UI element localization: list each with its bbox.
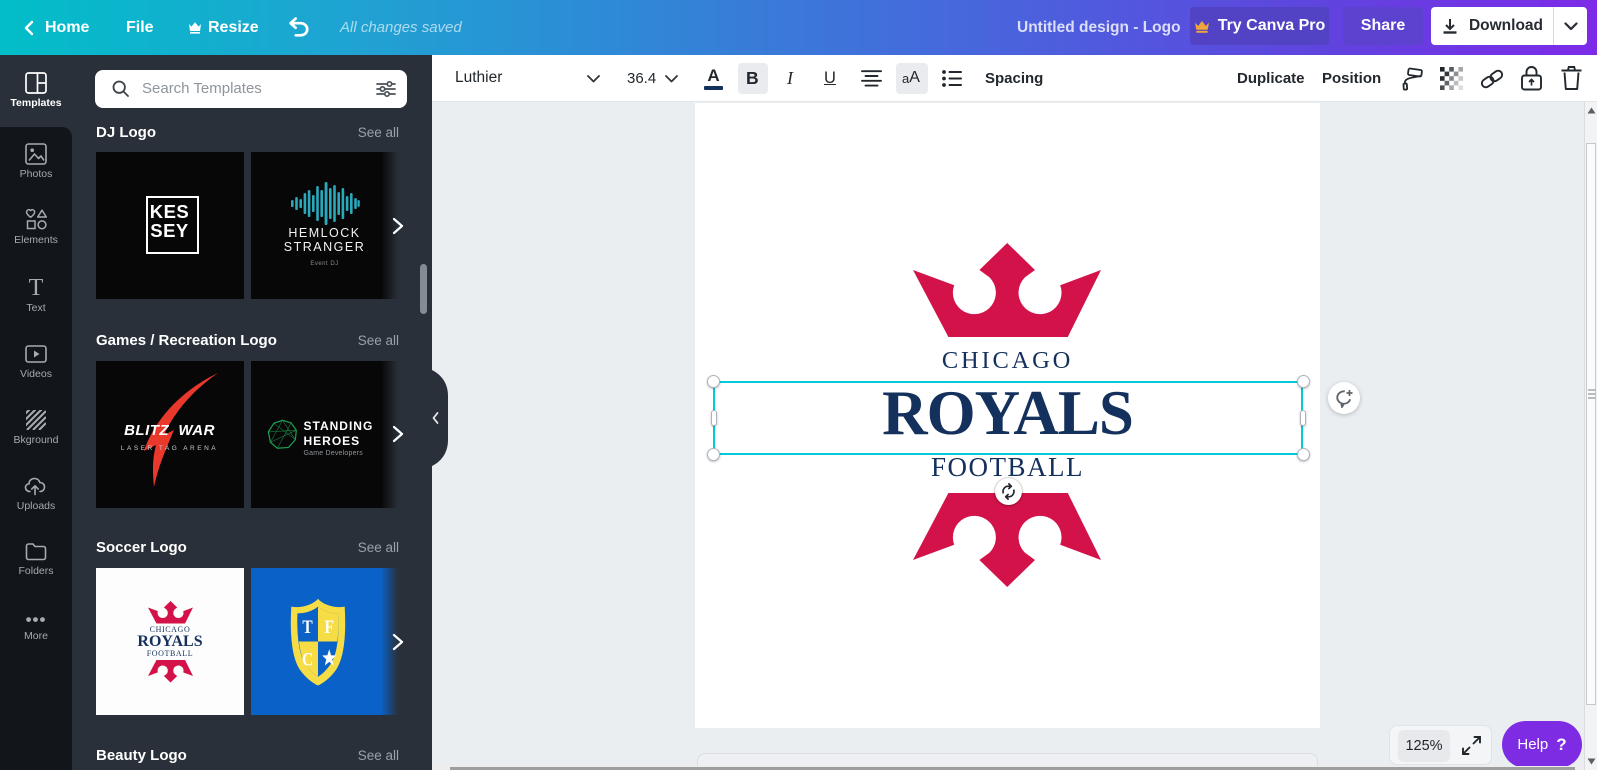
svg-text:F: F (324, 615, 333, 637)
svg-text:C: C (301, 648, 312, 670)
svg-text:T: T (302, 615, 313, 637)
